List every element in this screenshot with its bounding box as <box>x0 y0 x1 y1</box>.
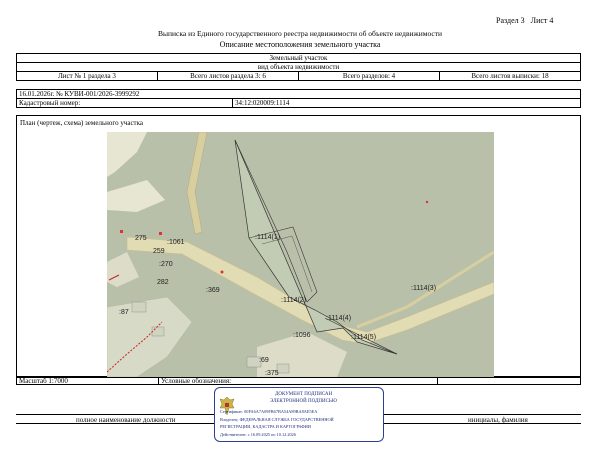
stamp-line1: ДОКУМЕНТ ПОДПИСАН <box>275 392 333 397</box>
open-area-topleft <box>107 132 147 177</box>
scale-label: Масштаб 1:7000 <box>19 377 68 385</box>
stamp-certificate: Сертификат: 00FA6A7A09FB67BA54A89BA8AE5E… <box>220 409 318 414</box>
name-caption: инициалы, фамилия <box>468 416 528 424</box>
stamp-line2: ЭЛЕКТРОННОЙ ПОДПИСЬЮ <box>270 399 337 404</box>
label-1061: :1061 <box>167 239 185 246</box>
label-1096: :1096 <box>293 332 311 339</box>
marker <box>425 200 429 204</box>
row-divider <box>437 378 438 385</box>
document-subtitle: Описание местоположения земельного участ… <box>219 40 381 49</box>
building <box>276 363 290 374</box>
section-sheets-count: Всего листов раздела 3: 6 <box>157 71 299 81</box>
label-282: 282 <box>157 279 169 286</box>
legend-label: Условные обозначения: <box>161 377 232 385</box>
plan-caption: План (чертеж, схема) земельного участка <box>20 119 144 127</box>
label-69: :69 <box>259 357 269 364</box>
total-sheets: Всего листов выписки: 18 <box>439 71 581 81</box>
open-area-left <box>107 180 165 212</box>
north-road <box>186 132 208 235</box>
building <box>151 326 165 337</box>
total-sections: Всего разделов: 4 <box>298 71 440 81</box>
stamp-owner-1: Владелец: ФЕДЕРАЛЬНАЯ СЛУЖБА ГОСУДАРСТВЕ… <box>220 417 334 422</box>
label-275: 275 <box>135 235 147 242</box>
building <box>131 301 147 313</box>
object-kind-caption: вид объекта недвижимости <box>16 62 581 72</box>
object-type-table: Земельный участок вид объекта недвижимос… <box>16 53 581 81</box>
label-1114-4: :1114(4) <box>326 315 351 322</box>
cadastral-label: Кадастровый номер: <box>16 98 233 108</box>
date-number: 16.01.2026г. № КУВИ-001/2026-3999292 <box>16 89 581 99</box>
label-270: :270 <box>159 261 173 268</box>
map-svg: :1114(1) :1114(2) :1114(3) :1114(4) :111… <box>107 132 494 377</box>
marker <box>120 230 123 233</box>
object-type: Земельный участок <box>16 53 581 63</box>
open-area-left-lower <box>107 252 139 287</box>
label-375: :375 <box>265 370 279 377</box>
label-1114-2: :1114(2) <box>281 297 306 304</box>
marker <box>159 232 162 235</box>
position-caption: полное наименование должности <box>76 416 176 424</box>
row-divider <box>158 378 159 385</box>
sheet-number: Лист 4 <box>530 16 554 25</box>
label-1114-5: :1114(5) <box>351 334 376 341</box>
marker <box>220 270 224 274</box>
stamp-validity: Действителен: с 16.09.2025 по 10.12.2026 <box>220 432 296 437</box>
label-259: 259 <box>153 248 165 255</box>
label-1114-3: :1114(3) <box>411 285 436 292</box>
label-1114-1: :1114(1) <box>255 234 280 241</box>
document-title: Выписка из Единого государственного реес… <box>157 29 443 38</box>
cadastral-map: :1114(1) :1114(2) :1114(3) :1114(4) :111… <box>107 132 494 377</box>
label-87: :87 <box>119 309 129 316</box>
extract-info-table: 16.01.2026г. № КУВИ-001/2026-3999292 Кад… <box>16 89 581 108</box>
stamp-owner-2: РЕГИСТРАЦИИ, КАДАСТРА И КАРТОГРАФИИ <box>220 424 311 429</box>
section-number: Раздел 3 <box>496 16 525 25</box>
sheet-of-section: Лист № 1 раздела 3 <box>16 71 158 81</box>
section-sheet-label: Раздел 3 Лист 4 <box>496 16 553 25</box>
scale-legend-row: Масштаб 1:7000 Условные обозначения: <box>16 377 581 385</box>
electronic-signature-stamp: ДОКУМЕНТ ПОДПИСАН ЭЛЕКТРОННОЙ ПОДПИСЬЮ С… <box>214 387 384 442</box>
label-369: :369 <box>206 287 220 294</box>
cadastral-number: 34:12:020009:1114 <box>232 98 581 108</box>
